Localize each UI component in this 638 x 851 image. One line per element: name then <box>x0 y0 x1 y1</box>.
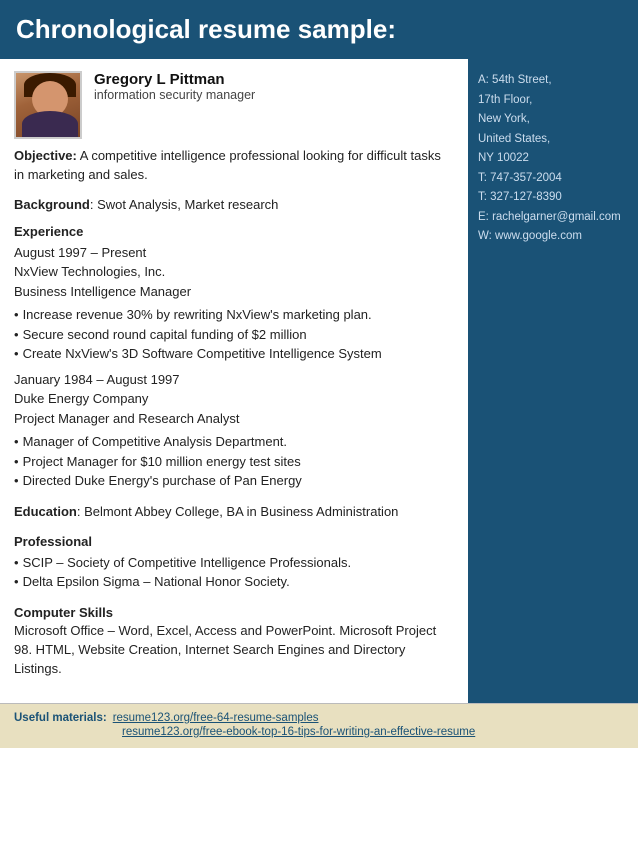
professional-bullet-2: Delta Epsilon Sigma – National Honor Soc… <box>23 572 290 592</box>
email-label: E: <box>478 211 489 223</box>
job-2-company: Duke Energy Company <box>14 389 454 409</box>
experience-section: Experience August 1997 – Present NxView … <box>14 224 454 491</box>
bullet-item: • Project Manager for $10 million energy… <box>14 452 454 472</box>
experience-label: Experience <box>14 224 454 239</box>
job-1-dates: August 1997 – Present <box>14 243 454 263</box>
name-block: Gregory L Pittman information security m… <box>14 71 454 139</box>
page-footer: Useful materials: resume123.org/free-64-… <box>0 703 638 748</box>
email: E: rachelgarner@gmail.com <box>478 208 628 228</box>
bullet-dot: • <box>14 471 19 491</box>
job-2-bullet-3: Directed Duke Energy's purchase of Pan E… <box>23 471 302 491</box>
education-text: Education: Belmont Abbey College, BA in … <box>14 503 454 522</box>
contact-sidebar: A: 54th Street, 17th Floor, New York, Un… <box>468 59 638 703</box>
objective-section: Objective: A competitive intelligence pr… <box>14 147 454 185</box>
computer-skills-body: Microsoft Office – Word, Excel, Access a… <box>14 623 436 676</box>
header-title: Chronological resume sample: <box>16 14 396 44</box>
person-job-title: information security manager <box>94 88 255 102</box>
avatar <box>14 71 82 139</box>
job-2-bullet-1: Manager of Competitive Analysis Departme… <box>23 432 287 452</box>
job-2-bullets: • Manager of Competitive Analysis Depart… <box>14 432 454 491</box>
background-text: Background: Swot Analysis, Market resear… <box>14 197 454 212</box>
job-1-bullet-2: Secure second round capital funding of $… <box>23 325 307 345</box>
footer-line-1: Useful materials: resume123.org/free-64-… <box>14 712 624 724</box>
education-body: : Belmont Abbey College, BA in Business … <box>77 504 399 519</box>
job-1-bullet-1: Increase revenue 30% by rewriting NxView… <box>23 305 372 325</box>
job-1-role: Business Intelligence Manager <box>14 282 454 302</box>
bullet-dot: • <box>14 553 19 573</box>
education-section: Education: Belmont Abbey College, BA in … <box>14 503 454 522</box>
address-line5: NY 10022 <box>478 149 628 169</box>
footer-link-2[interactable]: resume123.org/free-ebook-top-16-tips-for… <box>122 726 475 738</box>
name-title-block: Gregory L Pittman information security m… <box>94 71 255 102</box>
bullet-item: • Create NxView's 3D Software Competitiv… <box>14 344 454 364</box>
background-label: Background <box>14 197 90 212</box>
email-value: rachelgarner@gmail.com <box>492 211 621 223</box>
bullet-item: • Increase revenue 30% by rewriting NxVi… <box>14 305 454 325</box>
person-name: Gregory L Pittman <box>94 71 255 88</box>
footer-line-2: resume123.org/free-ebook-top-16-tips-for… <box>122 726 624 738</box>
phone1-label: T: <box>478 172 487 184</box>
page-header: Chronological resume sample: <box>0 0 638 59</box>
address-line2: 17th Floor, <box>478 91 628 111</box>
avatar-image <box>16 73 80 137</box>
address-line3: New York, <box>478 110 628 130</box>
professional-bullet-1: SCIP – Society of Competitive Intelligen… <box>23 553 352 573</box>
bullet-dot: • <box>14 305 19 325</box>
bullet-item: • Delta Epsilon Sigma – National Honor S… <box>14 572 454 592</box>
address-line1: A: 54th Street, <box>478 71 628 91</box>
bullet-item: • Directed Duke Energy's purchase of Pan… <box>14 471 454 491</box>
website: W: www.google.com <box>478 227 628 247</box>
job-1: August 1997 – Present NxView Technologie… <box>14 243 454 302</box>
avatar-body <box>22 111 78 137</box>
job-2-bullet-2: Project Manager for $10 million energy t… <box>23 452 301 472</box>
bullet-dot: • <box>14 325 19 345</box>
computer-skills-label: Computer Skills <box>14 605 113 620</box>
phone1-value: 747-357-2004 <box>490 172 562 184</box>
job-2-dates: January 1984 – August 1997 <box>14 370 454 390</box>
website-value: www.google.com <box>495 230 582 242</box>
phone1: T: 747-357-2004 <box>478 169 628 189</box>
main-wrapper: Gregory L Pittman information security m… <box>0 59 638 703</box>
bullet-dot: • <box>14 572 19 592</box>
computer-skills-section: Computer Skills Microsoft Office – Word,… <box>14 604 454 679</box>
objective-body: A competitive intelligence professional … <box>14 148 441 182</box>
bullet-item: • Secure second round capital funding of… <box>14 325 454 345</box>
job-2-role: Project Manager and Research Analyst <box>14 409 454 429</box>
resume-content: Gregory L Pittman information security m… <box>0 59 468 703</box>
background-body: : Swot Analysis, Market research <box>90 197 279 212</box>
professional-section: Professional • SCIP – Society of Competi… <box>14 534 454 592</box>
footer-link-1[interactable]: resume123.org/free-64-resume-samples <box>113 712 319 724</box>
bullet-item: • Manager of Competitive Analysis Depart… <box>14 432 454 452</box>
job-2: January 1984 – August 1997 Duke Energy C… <box>14 370 454 429</box>
address-line4: United States, <box>478 130 628 150</box>
professional-label: Professional <box>14 534 454 549</box>
bullet-dot: • <box>14 344 19 364</box>
phone2-value: 327-127-8390 <box>490 191 562 203</box>
education-label: Education <box>14 504 77 519</box>
objective-text: Objective: A competitive intelligence pr… <box>14 147 454 185</box>
website-label: W: <box>478 230 492 242</box>
bullet-dot: • <box>14 432 19 452</box>
phone2: T: 327-127-8390 <box>478 188 628 208</box>
objective-label: Objective: <box>14 148 77 163</box>
useful-materials-label: Useful materials: <box>14 712 107 724</box>
phone2-label: T: <box>478 191 487 203</box>
computer-skills-text: Computer Skills Microsoft Office – Word,… <box>14 604 454 679</box>
bullet-item: • SCIP – Society of Competitive Intellig… <box>14 553 454 573</box>
job-1-bullets: • Increase revenue 30% by rewriting NxVi… <box>14 305 454 364</box>
job-1-company: NxView Technologies, Inc. <box>14 262 454 282</box>
bullet-dot: • <box>14 452 19 472</box>
background-section: Background: Swot Analysis, Market resear… <box>14 197 454 212</box>
job-1-bullet-3: Create NxView's 3D Software Competitive … <box>23 344 382 364</box>
professional-bullets: • SCIP – Society of Competitive Intellig… <box>14 553 454 592</box>
